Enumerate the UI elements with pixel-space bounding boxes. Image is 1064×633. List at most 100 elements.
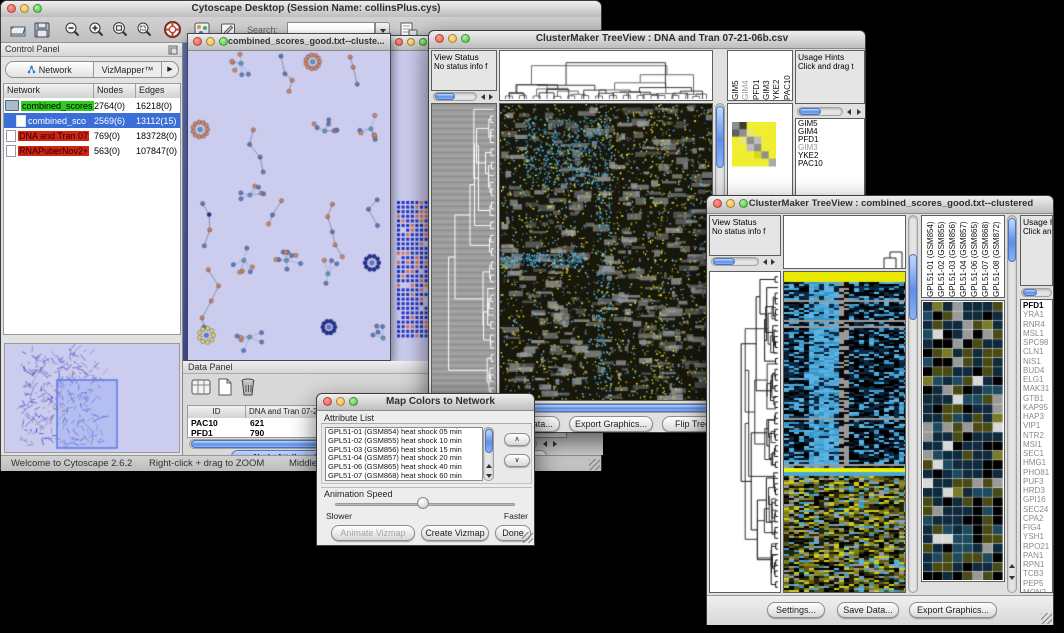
col-edges[interactable]: Edges — [136, 84, 180, 98]
tv2-export-graphics-button[interactable]: Export Graphics... — [909, 602, 997, 618]
dialog-titlebar[interactable]: Map Colors to Network — [317, 394, 534, 411]
tv2-top-dendrogram[interactable] — [783, 215, 906, 269]
tv2-gene-dendrogram[interactable] — [709, 271, 781, 593]
network-window-1[interactable]: combined_scores_good.txt--cluste... — [187, 33, 391, 361]
close-icon[interactable] — [395, 38, 403, 46]
network-view-canvas[interactable] — [188, 51, 390, 361]
gene-label: YSH1 — [1023, 532, 1052, 541]
network-name: combined_sco — [28, 116, 86, 126]
edges-count: 16218(0) — [136, 101, 180, 111]
window-controls[interactable] — [193, 37, 228, 46]
close-icon[interactable] — [193, 37, 202, 46]
animate-vizmap-button[interactable]: Animate Vizmap — [331, 525, 415, 541]
resize-grip[interactable] — [589, 459, 600, 470]
tv2-zoom-heatmap[interactable] — [921, 300, 1005, 582]
scroll-up-icon[interactable] — [486, 464, 492, 468]
treeview2-titlebar[interactable]: ClusterMaker TreeView : combined_scores_… — [707, 196, 1053, 214]
window-controls[interactable] — [395, 38, 427, 46]
main-titlebar[interactable]: Cytoscape Desktop (Session Name: collins… — [1, 1, 601, 18]
scroll-left-icon[interactable] — [763, 259, 767, 265]
close-icon[interactable] — [435, 34, 444, 43]
tv1-hints-hscrollbar[interactable] — [797, 107, 843, 116]
scroll-up-icon[interactable] — [1009, 564, 1015, 568]
col-id[interactable]: ID — [188, 406, 246, 418]
attribute-select-icon[interactable] — [191, 378, 211, 396]
minimize-icon[interactable] — [726, 199, 735, 208]
delete-attribute-icon[interactable] — [239, 377, 257, 397]
network-row[interactable]: combined_scores 2764(0) 16218(0) — [4, 98, 180, 113]
tv1-status-hscrollbar[interactable] — [433, 92, 477, 101]
tab-vizmapper[interactable]: VizMapper™ — [94, 62, 162, 77]
scroll-down-icon[interactable] — [486, 474, 492, 478]
scroll-left-icon[interactable] — [847, 109, 851, 115]
column-label: GPL51-07 (GSM868) — [980, 218, 991, 297]
window-controls[interactable] — [323, 397, 358, 406]
tv1-export-graphics-button[interactable]: Export Graphics... — [569, 416, 653, 432]
scroll-right-icon[interactable] — [489, 94, 493, 100]
view-status-title: View Status — [432, 51, 496, 62]
attribute-list[interactable]: GPL51-01 (GSM854) heat shock 05 minGPL51… — [325, 427, 483, 481]
tv2-vscrollbar[interactable] — [908, 215, 918, 593]
minimize-icon[interactable] — [336, 397, 345, 406]
minimize-icon[interactable] — [407, 38, 415, 46]
resize-grip[interactable] — [522, 532, 533, 543]
minimize-icon[interactable] — [20, 4, 29, 13]
tv1-top-dendrogram[interactable] — [499, 50, 713, 101]
minimize-icon[interactable] — [206, 37, 215, 46]
scroll-right-icon[interactable] — [857, 109, 861, 115]
tab-vizmapper-label: VizMapper™ — [102, 65, 154, 75]
move-up-button[interactable]: ∧ — [504, 433, 530, 446]
tv2-heatmap[interactable] — [783, 271, 906, 593]
tab-network[interactable]: Network — [6, 62, 94, 77]
scroll-left-icon[interactable] — [543, 441, 547, 447]
open-session-button[interactable] — [9, 21, 27, 39]
close-icon[interactable] — [7, 4, 16, 13]
gene-label: CLN1 — [1023, 347, 1052, 356]
scroll-right-icon[interactable] — [771, 259, 775, 265]
new-attribute-icon[interactable] — [217, 378, 233, 396]
close-icon[interactable] — [713, 199, 722, 208]
birdseye-view[interactable] — [4, 343, 180, 453]
attribute-item[interactable]: GPL51-07 (GSM868) heat shock 60 min — [326, 472, 482, 481]
minimize-icon[interactable] — [448, 34, 457, 43]
tv1-gene-dendrogram[interactable] — [431, 103, 497, 401]
tv2-save-data-button[interactable]: Save Data... — [837, 602, 899, 618]
column-label: GIM5 — [730, 55, 740, 100]
float-panel-icon[interactable] — [168, 45, 178, 55]
tv1-heatmap[interactable] — [499, 103, 713, 401]
zoom-selected-button[interactable] — [135, 21, 153, 39]
zoom-window-icon[interactable] — [219, 37, 228, 46]
network-row[interactable]: RNAPuberNov2+ 563(0) 107847(0) — [4, 143, 180, 158]
tv2-zoom-vscrollbar[interactable] — [1007, 215, 1017, 593]
tab-overflow-arrow[interactable]: ▶ — [162, 62, 178, 77]
scroll-right-icon[interactable] — [553, 441, 557, 447]
speed-slider-thumb[interactable] — [417, 497, 429, 509]
zoom-fit-button[interactable] — [111, 21, 129, 39]
window-controls[interactable] — [7, 4, 42, 13]
zoom-heatmap-canvas[interactable] — [732, 122, 776, 168]
col-network[interactable]: Network — [4, 84, 94, 98]
zoom-in-button[interactable] — [87, 21, 105, 39]
tv2-settings-button[interactable]: Settings... — [767, 602, 825, 618]
gene-label: CPA2 — [1023, 514, 1052, 523]
gene-label: SEC1 — [1023, 449, 1052, 458]
zoom-out-button[interactable] — [63, 21, 81, 39]
help-icon[interactable] — [163, 20, 182, 39]
treeview1-titlebar[interactable]: ClusterMaker TreeView : DNA and Tran 07-… — [429, 31, 865, 49]
move-down-button[interactable]: ∨ — [504, 454, 530, 467]
col-nodes[interactable]: Nodes — [94, 84, 136, 98]
attribute-list-vscrollbar[interactable] — [483, 427, 494, 481]
network-row[interactable]: DNA and Tran 07 769(0) 183728(0) — [4, 128, 180, 143]
create-vizmap-button[interactable]: Create Vizmap — [421, 525, 489, 541]
tv2-hints-hscrollbar[interactable] — [1021, 288, 1052, 297]
network-row-selected[interactable]: combined_sco 2569(6) 13112(15) — [4, 113, 180, 128]
scroll-down-icon[interactable] — [1009, 576, 1015, 580]
window-controls[interactable] — [435, 34, 470, 43]
tv2-column-labels: GPL51-01 (GSM854)GPL51-02 (GSM855)GPL51-… — [921, 215, 1005, 298]
tv2-status-hscrollbar[interactable] — [711, 257, 759, 266]
scroll-left-icon[interactable] — [481, 94, 485, 100]
zoom-window-icon[interactable] — [419, 38, 427, 46]
close-icon[interactable] — [323, 397, 332, 406]
save-session-button[interactable] — [33, 21, 51, 39]
resize-grip[interactable] — [1041, 613, 1052, 624]
